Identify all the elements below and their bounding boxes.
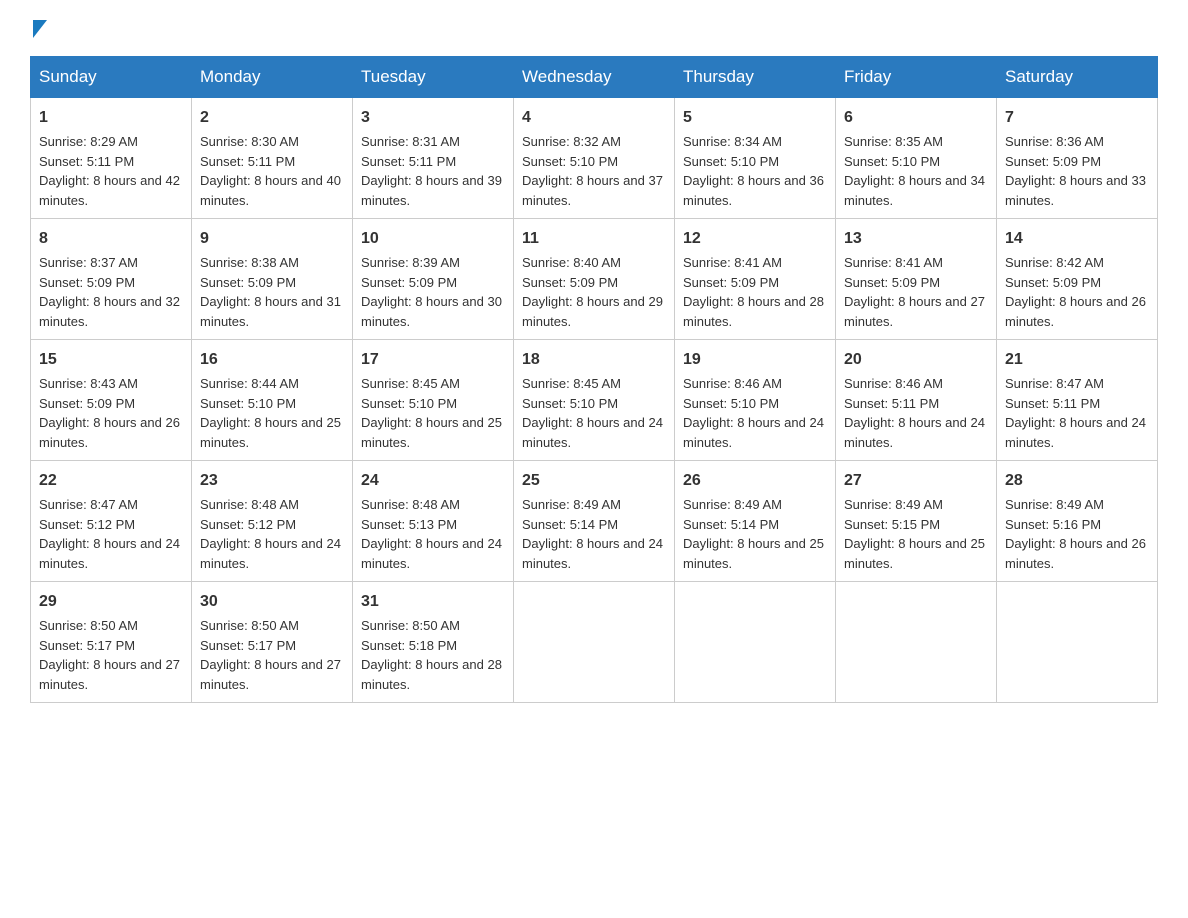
day-number: 4 xyxy=(522,106,666,130)
day-number: 31 xyxy=(361,590,505,614)
day-number: 19 xyxy=(683,348,827,372)
calendar-cell: 9Sunrise: 8:38 AMSunset: 5:09 PMDaylight… xyxy=(192,219,353,340)
calendar-week-row: 29Sunrise: 8:50 AMSunset: 5:17 PMDayligh… xyxy=(31,582,1158,703)
calendar-week-row: 15Sunrise: 8:43 AMSunset: 5:09 PMDayligh… xyxy=(31,340,1158,461)
day-number: 13 xyxy=(844,227,988,251)
calendar-cell: 21Sunrise: 8:47 AMSunset: 5:11 PMDayligh… xyxy=(997,340,1158,461)
header-thursday: Thursday xyxy=(675,57,836,98)
day-number: 14 xyxy=(1005,227,1149,251)
header-tuesday: Tuesday xyxy=(353,57,514,98)
day-number: 16 xyxy=(200,348,344,372)
calendar-cell: 5Sunrise: 8:34 AMSunset: 5:10 PMDaylight… xyxy=(675,98,836,219)
calendar-cell: 18Sunrise: 8:45 AMSunset: 5:10 PMDayligh… xyxy=(514,340,675,461)
calendar-cell: 8Sunrise: 8:37 AMSunset: 5:09 PMDaylight… xyxy=(31,219,192,340)
calendar-cell: 12Sunrise: 8:41 AMSunset: 5:09 PMDayligh… xyxy=(675,219,836,340)
calendar-cell: 19Sunrise: 8:46 AMSunset: 5:10 PMDayligh… xyxy=(675,340,836,461)
calendar-cell: 4Sunrise: 8:32 AMSunset: 5:10 PMDaylight… xyxy=(514,98,675,219)
day-number: 9 xyxy=(200,227,344,251)
day-number: 18 xyxy=(522,348,666,372)
header-monday: Monday xyxy=(192,57,353,98)
calendar-cell: 6Sunrise: 8:35 AMSunset: 5:10 PMDaylight… xyxy=(836,98,997,219)
day-number: 12 xyxy=(683,227,827,251)
calendar-cell: 1Sunrise: 8:29 AMSunset: 5:11 PMDaylight… xyxy=(31,98,192,219)
day-number: 24 xyxy=(361,469,505,493)
day-number: 17 xyxy=(361,348,505,372)
calendar-cell: 14Sunrise: 8:42 AMSunset: 5:09 PMDayligh… xyxy=(997,219,1158,340)
day-number: 29 xyxy=(39,590,183,614)
day-number: 8 xyxy=(39,227,183,251)
calendar-cell: 30Sunrise: 8:50 AMSunset: 5:17 PMDayligh… xyxy=(192,582,353,703)
calendar-cell: 17Sunrise: 8:45 AMSunset: 5:10 PMDayligh… xyxy=(353,340,514,461)
day-number: 7 xyxy=(1005,106,1149,130)
calendar-cell: 11Sunrise: 8:40 AMSunset: 5:09 PMDayligh… xyxy=(514,219,675,340)
calendar-cell xyxy=(836,582,997,703)
calendar-cell: 22Sunrise: 8:47 AMSunset: 5:12 PMDayligh… xyxy=(31,461,192,582)
day-number: 23 xyxy=(200,469,344,493)
day-number: 30 xyxy=(200,590,344,614)
calendar-cell xyxy=(675,582,836,703)
calendar-week-row: 8Sunrise: 8:37 AMSunset: 5:09 PMDaylight… xyxy=(31,219,1158,340)
calendar-cell: 25Sunrise: 8:49 AMSunset: 5:14 PMDayligh… xyxy=(514,461,675,582)
day-number: 1 xyxy=(39,106,183,130)
calendar-cell xyxy=(997,582,1158,703)
calendar-cell: 7Sunrise: 8:36 AMSunset: 5:09 PMDaylight… xyxy=(997,98,1158,219)
calendar-cell: 2Sunrise: 8:30 AMSunset: 5:11 PMDaylight… xyxy=(192,98,353,219)
day-number: 15 xyxy=(39,348,183,372)
day-number: 20 xyxy=(844,348,988,372)
day-number: 22 xyxy=(39,469,183,493)
header-sunday: Sunday xyxy=(31,57,192,98)
calendar-cell: 15Sunrise: 8:43 AMSunset: 5:09 PMDayligh… xyxy=(31,340,192,461)
calendar-header-row: SundayMondayTuesdayWednesdayThursdayFrid… xyxy=(31,57,1158,98)
calendar-cell: 26Sunrise: 8:49 AMSunset: 5:14 PMDayligh… xyxy=(675,461,836,582)
header-wednesday: Wednesday xyxy=(514,57,675,98)
day-number: 25 xyxy=(522,469,666,493)
calendar-cell xyxy=(514,582,675,703)
day-number: 27 xyxy=(844,469,988,493)
day-number: 2 xyxy=(200,106,344,130)
day-number: 21 xyxy=(1005,348,1149,372)
day-number: 28 xyxy=(1005,469,1149,493)
calendar-cell: 3Sunrise: 8:31 AMSunset: 5:11 PMDaylight… xyxy=(353,98,514,219)
calendar-week-row: 22Sunrise: 8:47 AMSunset: 5:12 PMDayligh… xyxy=(31,461,1158,582)
header-friday: Friday xyxy=(836,57,997,98)
calendar-cell: 27Sunrise: 8:49 AMSunset: 5:15 PMDayligh… xyxy=(836,461,997,582)
calendar-cell: 23Sunrise: 8:48 AMSunset: 5:12 PMDayligh… xyxy=(192,461,353,582)
calendar-cell: 20Sunrise: 8:46 AMSunset: 5:11 PMDayligh… xyxy=(836,340,997,461)
day-number: 11 xyxy=(522,227,666,251)
header-saturday: Saturday xyxy=(997,57,1158,98)
day-number: 26 xyxy=(683,469,827,493)
day-number: 5 xyxy=(683,106,827,130)
calendar-cell: 10Sunrise: 8:39 AMSunset: 5:09 PMDayligh… xyxy=(353,219,514,340)
calendar-cell: 31Sunrise: 8:50 AMSunset: 5:18 PMDayligh… xyxy=(353,582,514,703)
calendar-cell: 29Sunrise: 8:50 AMSunset: 5:17 PMDayligh… xyxy=(31,582,192,703)
page-header xyxy=(30,20,1158,36)
day-number: 10 xyxy=(361,227,505,251)
calendar-cell: 13Sunrise: 8:41 AMSunset: 5:09 PMDayligh… xyxy=(836,219,997,340)
calendar-cell: 24Sunrise: 8:48 AMSunset: 5:13 PMDayligh… xyxy=(353,461,514,582)
day-number: 6 xyxy=(844,106,988,130)
calendar-cell: 16Sunrise: 8:44 AMSunset: 5:10 PMDayligh… xyxy=(192,340,353,461)
day-number: 3 xyxy=(361,106,505,130)
calendar-week-row: 1Sunrise: 8:29 AMSunset: 5:11 PMDaylight… xyxy=(31,98,1158,219)
logo xyxy=(30,20,47,36)
logo-triangle-icon xyxy=(33,20,47,38)
calendar-table: SundayMondayTuesdayWednesdayThursdayFrid… xyxy=(30,56,1158,703)
calendar-cell: 28Sunrise: 8:49 AMSunset: 5:16 PMDayligh… xyxy=(997,461,1158,582)
